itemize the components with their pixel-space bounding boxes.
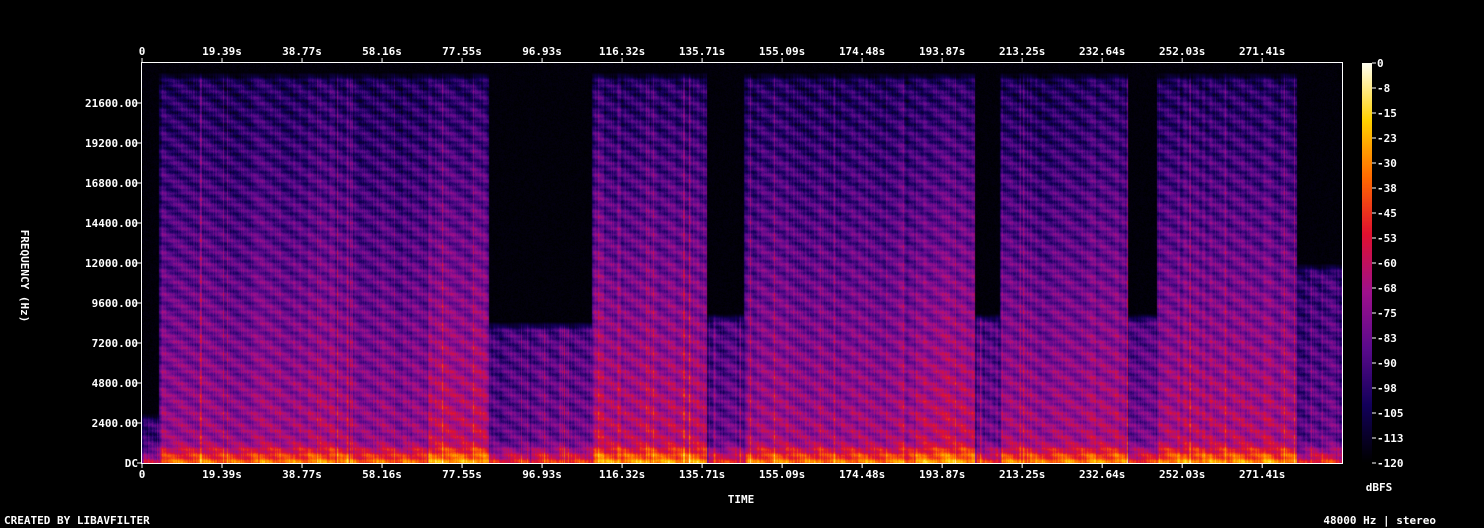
colorbar-tick-label: -8 <box>1377 82 1390 95</box>
y-tick-label: 19200.00 <box>85 137 138 150</box>
x-tick-label: 271.41s <box>1239 468 1285 481</box>
colorbar-tick-label: -98 <box>1377 382 1397 395</box>
colorbar-tick-label: -90 <box>1377 357 1397 370</box>
colorbar-tick-label: -23 <box>1377 132 1397 145</box>
spectrogram-heatmap <box>142 63 1342 463</box>
x-tick-label: 38.77s <box>282 468 322 481</box>
y-tick-label: 4800.00 <box>92 377 138 390</box>
x-tick-label: 96.93s <box>522 468 562 481</box>
x-tick-label: 252.03s <box>1159 45 1205 58</box>
spectrogram-chart: 0 19.39s 38.77s 58.16s 77.55s 96.93s 116.32s 13… <box>0 0 1484 528</box>
x-tick-label: 232.64s <box>1079 468 1125 481</box>
x-axis-label: TIME <box>728 493 755 506</box>
x-tick-label: 155.09s <box>759 468 805 481</box>
y-tick-label: 12000.00 <box>85 257 138 270</box>
colorbar-label: dBFS <box>1366 481 1393 494</box>
x-tick-label: 19.39s <box>202 45 242 58</box>
x-tick-label: 213.25s <box>999 45 1045 58</box>
x-tick-label: 58.16s <box>362 45 402 58</box>
y-tick-label: DC <box>125 457 138 470</box>
x-tick-label: 38.77s <box>282 45 322 58</box>
colorbar-tick-label: -75 <box>1377 307 1397 320</box>
x-tick-label: 193.87s <box>919 45 965 58</box>
colorbar-tick-label: -105 <box>1377 407 1404 420</box>
x-tick-label: 174.48s <box>839 45 885 58</box>
colorbar-tick-label: -83 <box>1377 332 1397 345</box>
y-tick-label: 2400.00 <box>92 417 138 430</box>
x-tick-label: 213.25s <box>999 468 1045 481</box>
y-tick-label: 9600.00 <box>92 297 138 310</box>
x-tick-label: 77.55s <box>442 45 482 58</box>
colorbar-tick-label: -30 <box>1377 157 1397 170</box>
x-tick-label: 252.03s <box>1159 468 1205 481</box>
x-tick-label: 19.39s <box>202 468 242 481</box>
colorbar-tick-label: -113 <box>1377 432 1404 445</box>
x-tick-label: 155.09s <box>759 45 805 58</box>
y-axis-label: FREQUENCY (Hz) <box>18 230 31 323</box>
x-tick-label: 96.93s <box>522 45 562 58</box>
x-tick-label: 58.16s <box>362 468 402 481</box>
y-tick-label: 16800.00 <box>85 177 138 190</box>
x-tick-label: 271.41s <box>1239 45 1285 58</box>
y-tick-label: 14400.00 <box>85 217 138 230</box>
x-tick-label: 135.71s <box>679 468 725 481</box>
x-tick-label: 232.64s <box>1079 45 1125 58</box>
y-tick-label: 21600.00 <box>85 97 138 110</box>
x-tick-label: 116.32s <box>599 45 645 58</box>
colorbar-tick-label: -53 <box>1377 232 1397 245</box>
x-tick-label: 0 <box>139 468 146 481</box>
x-tick-label: 116.32s <box>599 468 645 481</box>
x-tick-label: 135.71s <box>679 45 725 58</box>
colorbar-tick-label: 0 <box>1377 57 1384 70</box>
x-tick-label: 77.55s <box>442 468 482 481</box>
sample-info-text: 48000 Hz | stereo <box>1323 514 1436 527</box>
colorbar-tick-label: -15 <box>1377 107 1397 120</box>
colorbar-tick-label: -120 <box>1377 457 1404 470</box>
x-tick-label: 0 <box>139 45 146 58</box>
x-tick-label: 193.87s <box>919 468 965 481</box>
x-tick-label: 174.48s <box>839 468 885 481</box>
colorbar-tick-label: -45 <box>1377 207 1397 220</box>
colorbar <box>1362 63 1372 463</box>
y-tick-label: 7200.00 <box>92 337 138 350</box>
colorbar-tick-label: -68 <box>1377 282 1397 295</box>
colorbar-tick-label: -60 <box>1377 257 1397 270</box>
colorbar-tick-label: -38 <box>1377 182 1397 195</box>
credit-text: CREATED BY LIBAVFILTER <box>4 514 150 527</box>
